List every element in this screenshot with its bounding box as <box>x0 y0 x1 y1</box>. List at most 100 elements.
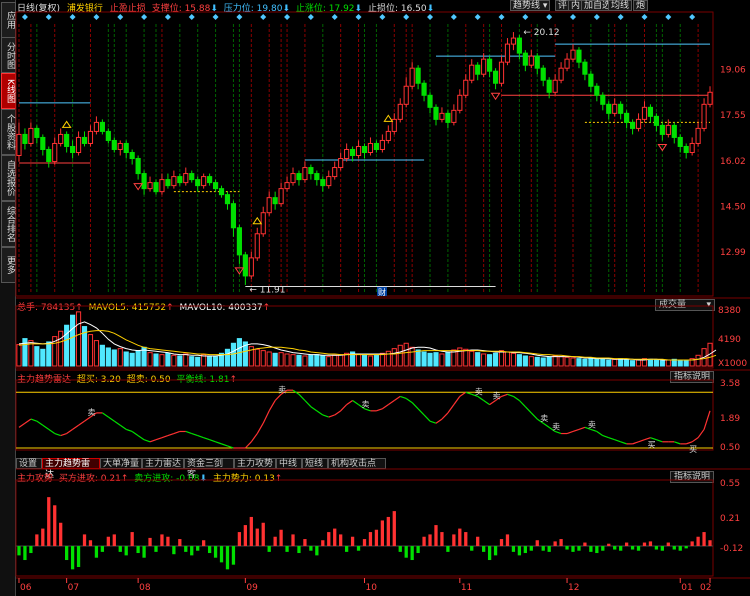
radar-segment <box>393 395 401 402</box>
candle-body <box>439 112 445 120</box>
sidebar-button-0[interactable]: 应用 <box>1 2 16 38</box>
radar-explain-button[interactable]: 指标说明 <box>670 371 715 383</box>
attack-explain-button[interactable]: 指标说明 <box>670 471 715 483</box>
candle-body <box>87 130 94 144</box>
period-label[interactable]: 日线(复权) <box>17 4 60 14</box>
history-button[interactable]: 炮 <box>633 0 649 11</box>
radar-segment <box>280 389 288 395</box>
attack-bar <box>231 546 236 565</box>
attack-bar <box>279 529 283 547</box>
signal-diamond <box>236 14 243 20</box>
sidebar-button-2[interactable]: K线图 <box>1 73 16 109</box>
attack-bar <box>291 534 295 547</box>
indicator-select[interactable]: 成交量 ▾ <box>655 299 715 311</box>
radar-marker: 卖 <box>362 400 370 409</box>
signal-diamond <box>641 14 648 20</box>
attack-bar <box>446 546 450 552</box>
fin-annotation: 财 <box>378 287 386 297</box>
volume-bar <box>123 351 129 367</box>
candle-body <box>326 176 332 187</box>
panel-frame <box>15 305 714 369</box>
candle-body <box>379 139 385 150</box>
attack-bar <box>70 546 75 570</box>
volume-bar <box>427 352 433 367</box>
volume-bar <box>612 358 618 367</box>
attack-bar <box>35 534 39 547</box>
volume-bar <box>70 314 76 367</box>
attack-bar <box>178 539 182 547</box>
attack-bar <box>285 546 289 552</box>
tab-8[interactable]: 机构攻击点 <box>328 458 386 469</box>
tab-1[interactable]: 主力趋势雷达 <box>42 458 100 480</box>
volume-bar <box>576 358 582 367</box>
radar-segment <box>352 400 359 406</box>
tab-2[interactable]: 大单净量 <box>100 458 142 469</box>
buy-triangle <box>61 120 72 128</box>
volume-bar <box>588 358 594 367</box>
attack-bar <box>17 546 21 556</box>
attack-bar <box>517 546 522 556</box>
attack-bar <box>523 546 527 554</box>
trend-line-button[interactable]: 趋势线 ▾ <box>510 0 551 11</box>
radar-segment <box>346 400 353 406</box>
candle-body <box>665 124 671 135</box>
attack-bar <box>255 528 259 547</box>
volume-bar <box>212 356 219 367</box>
attack-bar <box>511 546 516 552</box>
radar-segment <box>471 393 478 397</box>
tab-4[interactable]: 资金三剑客 <box>184 458 234 480</box>
volume-bar <box>332 354 338 367</box>
sell-triangle <box>234 267 245 275</box>
x-axis-label: 07 <box>68 583 79 593</box>
candle-body <box>695 127 701 144</box>
tab-5[interactable]: 主力攻势 <box>234 458 276 469</box>
candle-body <box>260 212 266 235</box>
sidebar-button-4[interactable]: 自选报价 <box>1 155 16 201</box>
volume-bar <box>415 349 421 367</box>
sidebar-button-6[interactable]: 更多 <box>1 247 16 283</box>
sidebar-button-5[interactable]: 综合排名 <box>1 201 16 247</box>
average-line-button[interactable]: 均线 <box>608 0 633 11</box>
candle-body <box>28 127 34 144</box>
attack-bar <box>23 546 27 561</box>
volume-bar <box>236 338 242 367</box>
volume-bar <box>117 348 123 367</box>
candle-body <box>510 37 517 45</box>
volume-bar <box>701 348 707 367</box>
candle-body <box>606 103 612 114</box>
attack-bar <box>410 546 414 561</box>
candle-body <box>534 55 540 69</box>
tab-6[interactable]: 中线 <box>276 458 302 469</box>
volume-bar <box>546 356 552 367</box>
attack-bar <box>553 541 557 547</box>
radar-segment <box>155 437 163 441</box>
sidebar-button-3[interactable]: 个股资料 <box>1 109 16 155</box>
volume-bar <box>314 354 320 367</box>
radar-segment <box>274 393 282 401</box>
radar-marker: 卖 <box>588 420 596 429</box>
attack-name: 主力攻势 <box>17 474 54 484</box>
radar-segment <box>542 422 550 428</box>
sidebar-button-1[interactable]: 分时图 <box>1 37 16 73</box>
volume-bar <box>629 360 636 367</box>
candle-body <box>52 142 58 163</box>
radar-segment <box>18 422 26 428</box>
price-tick-label: 19.06 <box>720 65 746 75</box>
tab-7[interactable]: 短线 <box>302 458 328 469</box>
radar-segment <box>656 439 663 443</box>
attack-bar <box>142 546 146 558</box>
radar-segment <box>376 408 383 412</box>
volume-bar <box>421 351 427 367</box>
volume-bar <box>326 356 332 367</box>
candle-body <box>373 142 379 150</box>
volume-bar <box>659 360 665 367</box>
attack-bar <box>398 546 402 552</box>
tab-0[interactable]: 设置 <box>16 458 42 469</box>
tab-3[interactable]: 主力雷达 <box>142 458 184 469</box>
radar-segment <box>72 424 79 430</box>
radar-segment <box>256 422 264 434</box>
attack-buy: 买方进攻: 0.21 <box>58 474 121 484</box>
candle-body <box>522 52 528 66</box>
volume-tick-label: 4190 <box>718 335 741 345</box>
down-arrow-icon: ⬇ <box>282 4 290 14</box>
